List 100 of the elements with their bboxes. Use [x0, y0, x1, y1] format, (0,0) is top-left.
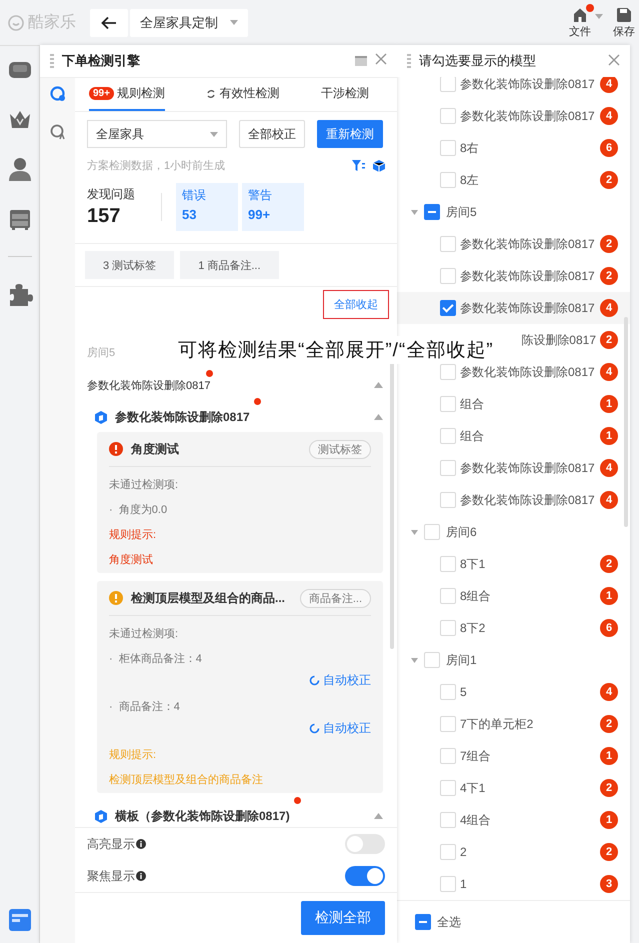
count-badge: 6	[600, 139, 618, 157]
model-label[interactable]: 参数化装饰陈设删除0817	[460, 460, 596, 476]
item-title[interactable]: 参数化装饰陈设删除0817	[115, 408, 250, 426]
panel-title: 请勾选要显示的模型	[419, 52, 537, 70]
model-label[interactable]: 5	[460, 685, 596, 699]
count-badge: 2	[600, 171, 618, 189]
failed-item: · 商品备注：4	[109, 700, 181, 714]
auto-fix-link[interactable]: 自动校正	[309, 720, 371, 737]
model-label[interactable]: 2	[460, 845, 596, 859]
count-badge: 4	[600, 683, 618, 701]
inspect-icon[interactable]	[50, 124, 66, 140]
count-badge: 1	[600, 587, 618, 605]
checkbox[interactable]	[424, 204, 440, 220]
model-label[interactable]: 7下的单元柜2	[460, 716, 596, 732]
save-button[interactable]: 保存	[613, 6, 635, 38]
model-label[interactable]: 1	[460, 877, 596, 891]
issue-title: 角度测试	[131, 440, 180, 458]
count-badge: 2	[600, 331, 618, 349]
error-stat[interactable]: 错误 53	[176, 183, 238, 231]
filter-icon[interactable]	[352, 160, 365, 172]
issue-title: 检测顶层模型及组合的商品...	[131, 590, 286, 606]
close-icon	[375, 53, 387, 65]
cube-icon[interactable]	[373, 160, 385, 172]
model-label[interactable]: 参数化装饰陈设删除0817	[460, 77, 596, 92]
model-label[interactable]: 8左	[460, 172, 596, 188]
collapse-icon[interactable]	[374, 382, 383, 388]
error-icon	[109, 442, 123, 456]
model-label[interactable]: 组合	[460, 396, 596, 412]
layout-icon[interactable]	[6, 907, 32, 933]
count-badge: 1	[600, 811, 618, 829]
toggle-switch[interactable]	[345, 866, 385, 886]
model-label[interactable]: 参数化装饰陈设删除0817	[460, 108, 596, 124]
count-badge: 6	[600, 619, 618, 637]
rule-check-icon[interactable]	[50, 86, 66, 102]
model-label[interactable]: 8下2	[460, 620, 596, 636]
group-title[interactable]: 参数化装饰陈设删除0817	[87, 378, 210, 392]
tag-chip[interactable]: 3 测试标签	[85, 251, 174, 279]
recheck-button[interactable]: 重新检测	[317, 120, 383, 148]
minimize-icon[interactable]	[355, 56, 367, 66]
model-icon	[95, 410, 107, 424]
collapse-icon[interactable]	[411, 530, 418, 534]
model-label[interactable]: 陈设删除0817	[521, 332, 596, 348]
count-badge: 4	[600, 459, 618, 477]
hint-text: 检测顶层模型及组合的商品备注	[109, 772, 264, 787]
info-text: 方案检测数据，1小时前生成	[87, 158, 226, 173]
count-badge: 2	[600, 555, 618, 573]
model-label[interactable]: 参数化装饰陈设删除0817	[460, 364, 596, 380]
model-label[interactable]: 7组合	[460, 748, 596, 764]
model-label[interactable]: 8下1	[460, 556, 596, 572]
fix-all-button[interactable]: 全部校正	[239, 120, 305, 148]
model-label[interactable]: 4组合	[460, 812, 596, 828]
model-label[interactable]: 参数化装饰陈设删除0817	[460, 268, 596, 284]
file-button[interactable]: 文件	[569, 6, 591, 38]
room-label[interactable]: 房间1	[446, 652, 618, 668]
collapse-icon[interactable]	[411, 658, 418, 662]
collapse-icon[interactable]	[374, 813, 383, 819]
tag-chip[interactable]: 测试标签	[309, 440, 371, 458]
collapse-icon[interactable]	[374, 414, 383, 420]
info-icon	[136, 871, 146, 881]
back-button[interactable]	[90, 8, 128, 36]
person-icon[interactable]	[6, 156, 32, 182]
model-label[interactable]: 4下1	[460, 780, 596, 796]
count-badge: 2	[600, 235, 618, 253]
failed-label: 未通过检测项:	[109, 478, 180, 492]
count-badge: 2	[600, 779, 618, 797]
model-label[interactable]: 参数化装饰陈设删除0817	[460, 236, 596, 252]
refresh-icon	[309, 723, 320, 734]
model-label[interactable]: 参数化装饰陈设删除0817	[460, 492, 596, 508]
hint-label: 规则提示:	[109, 748, 158, 762]
model-label[interactable]: 8组合	[460, 588, 596, 604]
auto-fix-link[interactable]: 自动校正	[309, 672, 371, 689]
model-label[interactable]: 8右	[460, 140, 596, 156]
tab[interactable]: 干涉检测	[321, 78, 369, 111]
tag-chip[interactable]: 1 商品备注...	[180, 251, 279, 279]
stat-value: 157	[87, 205, 122, 228]
collapse-all-link[interactable]: 全部收起	[323, 290, 389, 319]
scope-select[interactable]: 全屋家具	[87, 120, 227, 148]
checkbox[interactable]	[440, 300, 456, 316]
save-icon	[616, 6, 632, 22]
back-arrow-icon	[101, 16, 117, 30]
hint-label: 规则提示:	[109, 528, 158, 542]
room-label[interactable]: 房间6	[446, 524, 618, 540]
checkbox[interactable]	[415, 914, 431, 930]
model-label[interactable]: 参数化装饰陈设删除0817	[460, 300, 596, 316]
warning-stat[interactable]: 警告 99+	[242, 183, 304, 231]
item-title[interactable]: 横板（参数化装饰陈设删除0817)	[115, 808, 290, 824]
tag-chip[interactable]: 商品备注...	[300, 588, 371, 608]
hint-text: 角度测试	[109, 552, 154, 567]
tab[interactable]: 有效性检测	[206, 78, 280, 111]
model-label[interactable]: 组合	[460, 428, 596, 444]
scheme-select[interactable]: 全屋家具定制	[130, 8, 248, 36]
tab[interactable]: 99+ 规则检测	[89, 78, 165, 111]
collapse-icon[interactable]	[411, 210, 418, 214]
toggle-switch[interactable]	[345, 834, 385, 854]
check-all-button[interactable]: 检测全部	[301, 901, 385, 935]
room-label[interactable]: 房间5	[446, 204, 618, 220]
count-badge: 4	[600, 363, 618, 381]
select-all-label[interactable]: 全选	[437, 914, 461, 930]
count-badge: 4	[600, 491, 618, 509]
app-logo: 酷家乐	[28, 12, 76, 33]
